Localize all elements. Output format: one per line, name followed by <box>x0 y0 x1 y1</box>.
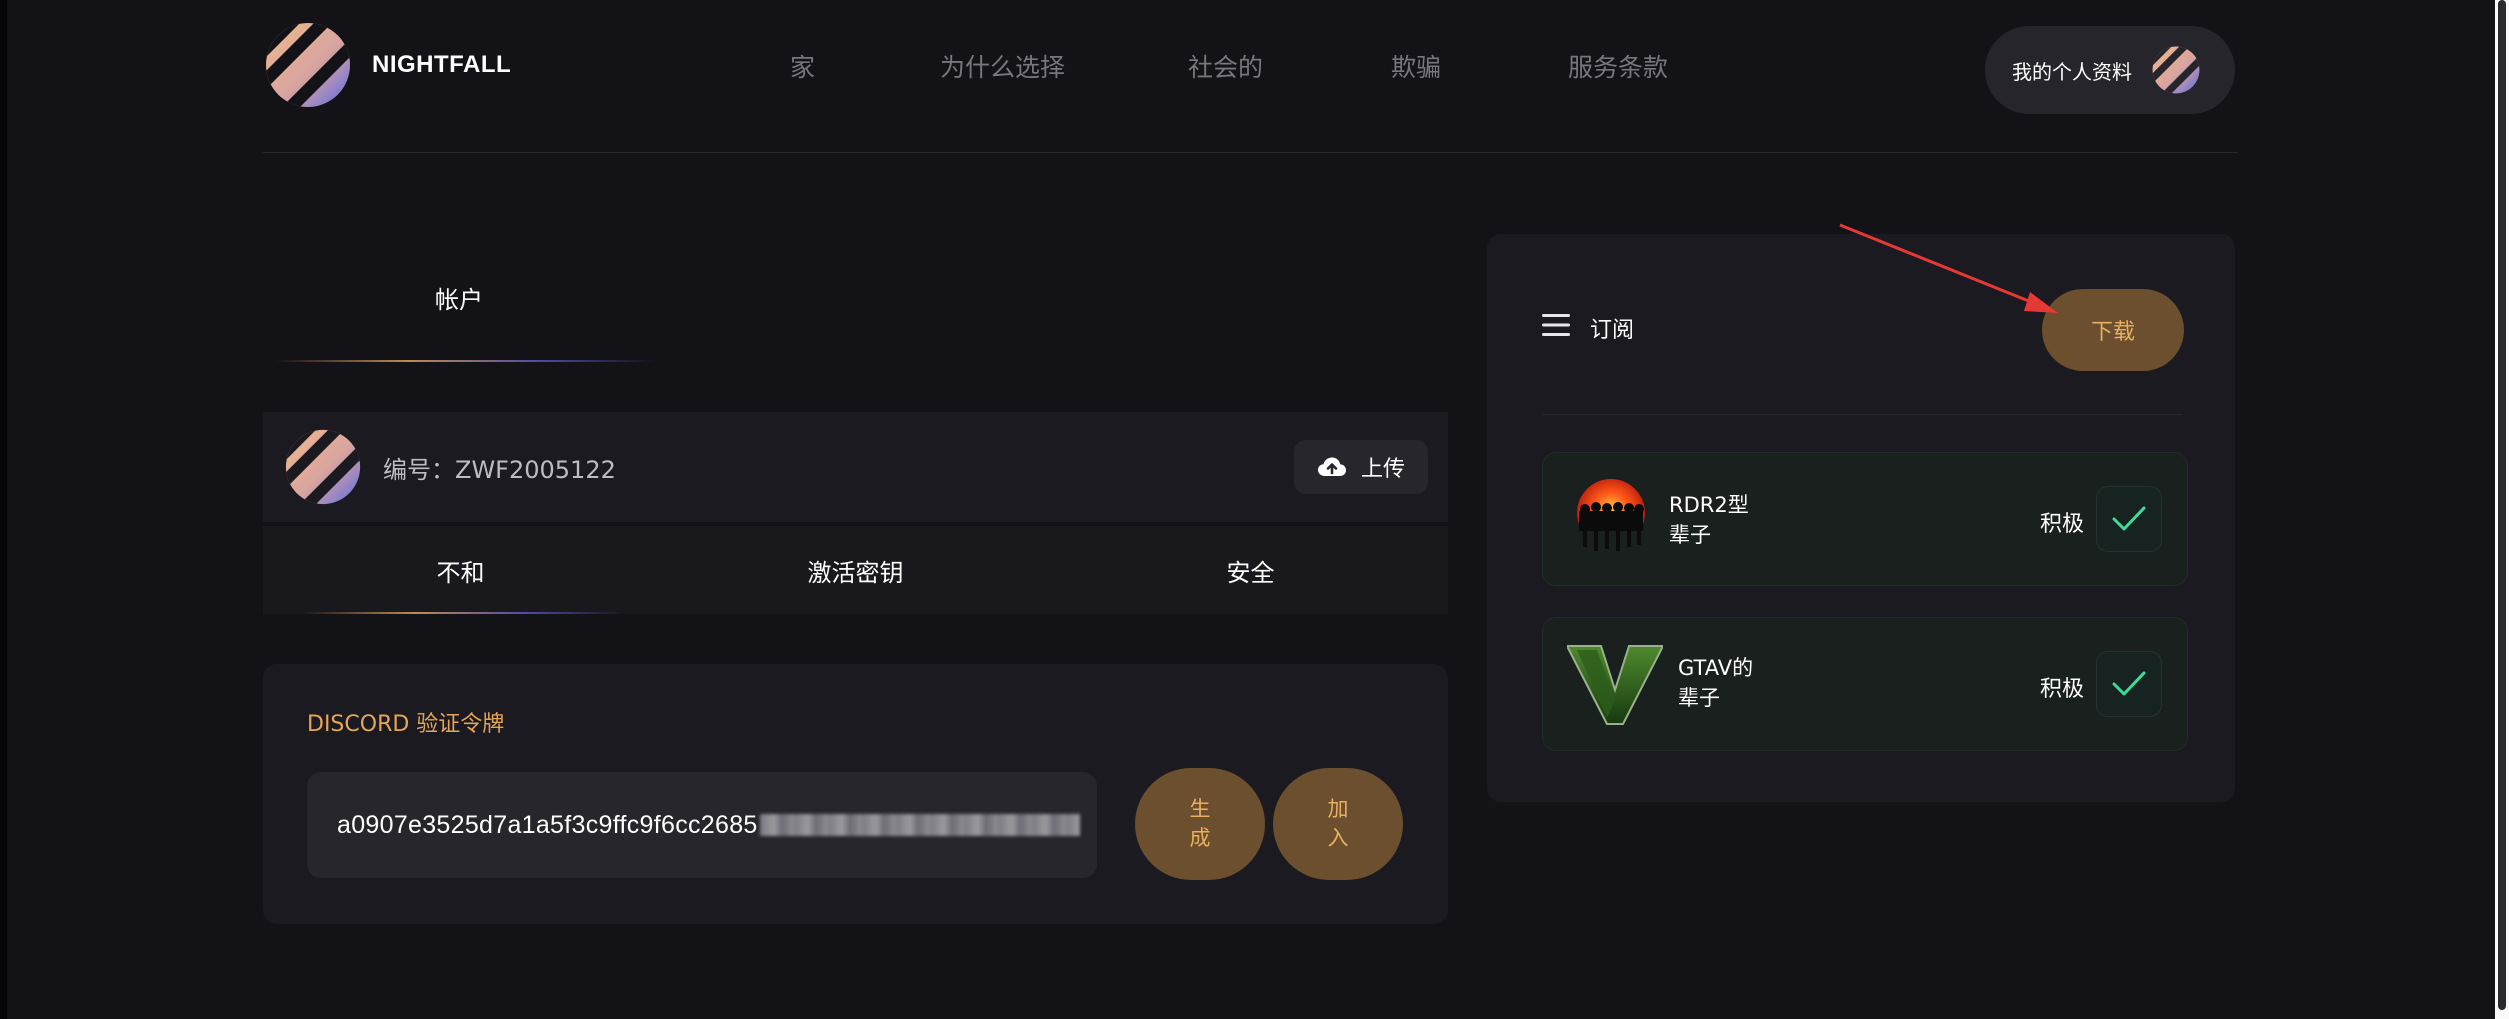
tab-account-label: 帐户 <box>435 286 483 314</box>
join-button[interactable]: 加入 <box>1273 768 1403 880</box>
discord-token-card: DISCORD 验证令牌 a0907e3525d7a1a5f3c9ffc9f6c… <box>263 664 1448 924</box>
account-id: 编号：ZWF2005122 <box>383 455 616 484</box>
window-edge-left <box>0 0 7 1019</box>
nav-item-home[interactable]: 家 <box>790 48 815 84</box>
join-label: 加入 <box>1327 797 1349 850</box>
tab-discord-label: 不和 <box>436 558 485 587</box>
tab-security-label: 安全 <box>1226 558 1275 587</box>
status-check <box>2096 486 2162 552</box>
nav-item-cheats[interactable]: 欺骗 <box>1391 48 1441 84</box>
red-dead-sunset-icon <box>1573 479 1649 561</box>
account-id-row: 编号：ZWF2005122 上传 <box>263 412 1448 522</box>
nav-item-terms[interactable]: 服务条款 <box>1568 48 1668 84</box>
profile-button[interactable]: 我的个人资料 <box>1985 26 2235 114</box>
token-value: a0907e3525d7a1a5f3c9ffc9f6cc2685 <box>337 810 758 839</box>
header-divider <box>263 152 2238 153</box>
tab-activation-key-label: 激活密钥 <box>807 558 904 587</box>
subscription-card-gtav[interactable]: GTAV的 辈子 积极 <box>1542 617 2188 751</box>
scrollbar-track[interactable] <box>2495 0 2509 1019</box>
subscriptions-divider <box>1542 414 2182 415</box>
generate-label: 生成 <box>1189 797 1211 850</box>
generate-button[interactable]: 生成 <box>1135 768 1265 880</box>
avatar <box>2152 46 2200 94</box>
token-field[interactable]: a0907e3525d7a1a5f3c9ffc9f6cc2685 <box>307 772 1097 878</box>
tab-account[interactable]: 帐户 <box>263 262 655 362</box>
profile-label: 我的个人资料 <box>2012 59 2132 84</box>
account-subtabs: 不和 激活密钥 安全 <box>263 526 1448 614</box>
check-icon <box>2112 506 2146 531</box>
cloud-upload-icon <box>1317 457 1346 476</box>
download-button[interactable]: 下载 <box>2042 289 2184 371</box>
subscriptions-title: 订阅 <box>1590 318 1635 343</box>
tab-discord[interactable]: 不和 <box>263 526 658 614</box>
nav-item-social[interactable]: 社会的 <box>1188 48 1263 84</box>
upload-button[interactable]: 上传 <box>1294 440 1428 494</box>
status-check <box>2096 651 2162 717</box>
tab-security[interactable]: 安全 <box>1053 526 1448 614</box>
tab-active-underline <box>303 612 623 614</box>
hamburger-menu-icon[interactable] <box>1542 312 1570 338</box>
gta-v-logo-icon <box>1567 645 1663 725</box>
game-status: 积极 <box>2040 512 2085 537</box>
check-icon <box>2112 671 2146 696</box>
upload-label: 上传 <box>1360 457 1405 482</box>
tab-active-underline <box>275 360 655 362</box>
game-status: 积极 <box>2040 677 2085 702</box>
download-label: 下载 <box>2090 320 2135 345</box>
subscriptions-panel: 订阅 下载 RDR2型 辈子 积极 GTAV的 辈子 积极 <box>1487 234 2235 802</box>
scrollbar-thumb[interactable] <box>2498 0 2506 1010</box>
game-name: RDR2型 <box>1669 493 1749 517</box>
avatar <box>285 429 361 505</box>
nav-item-why-choose[interactable]: 为什么选择 <box>940 48 1065 84</box>
game-duration: 辈子 <box>1678 686 1720 710</box>
game-duration: 辈子 <box>1669 523 1711 547</box>
game-name: GTAV的 <box>1678 656 1754 680</box>
tab-activation-key[interactable]: 激活密钥 <box>658 526 1053 614</box>
token-title: DISCORD 验证令牌 <box>307 712 505 737</box>
subscription-card-rdr2[interactable]: RDR2型 辈子 积极 <box>1542 452 2188 586</box>
token-redacted-blur <box>759 814 1080 836</box>
